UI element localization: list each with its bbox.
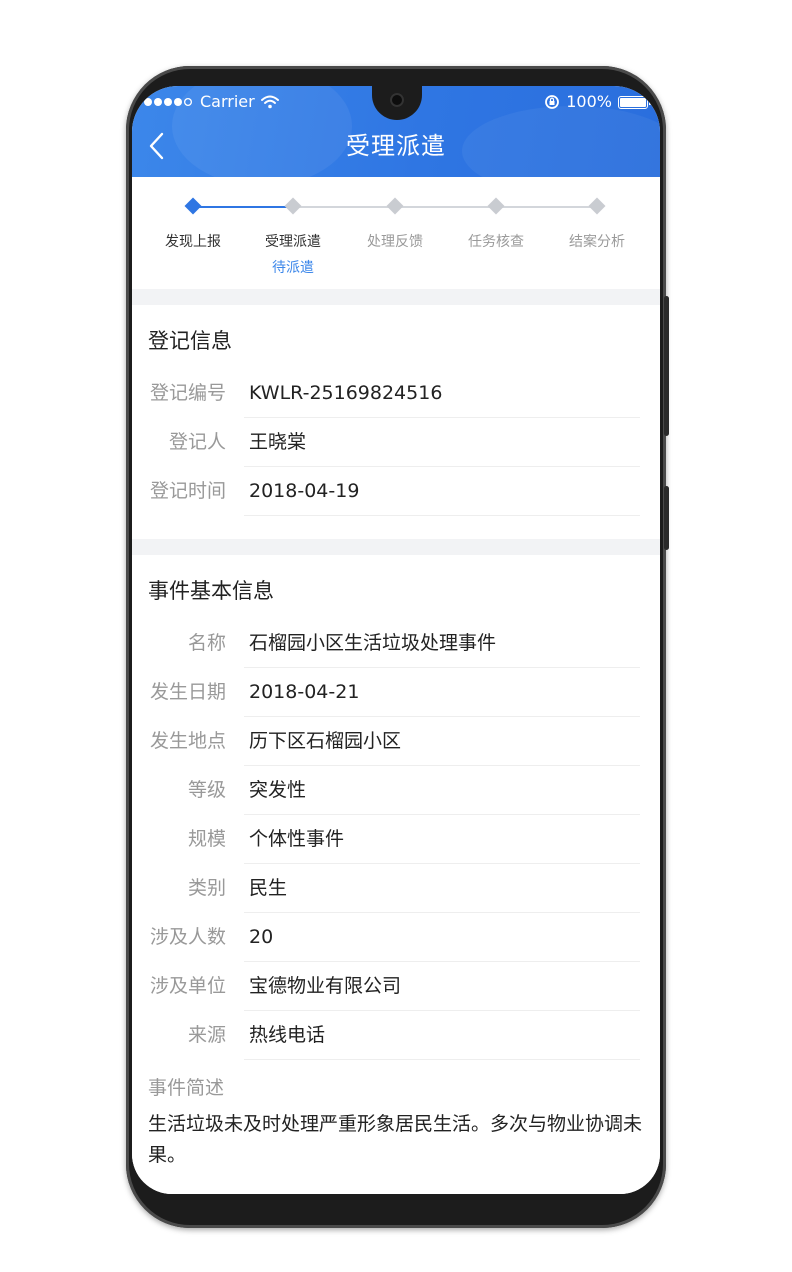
registration-section: 登记信息 登记编号 KWLR-25169824516 登记人 王晓棠 登记时间 … [132, 305, 660, 539]
field-value: 突发性 [249, 779, 307, 801]
orientation-lock-icon [545, 95, 560, 109]
wifi-icon [260, 95, 279, 109]
field-row: 名称 石榴园小区生活垃圾处理事件 [132, 619, 660, 668]
step-marker [284, 197, 302, 215]
field-row: 登记编号 KWLR-25169824516 [132, 369, 660, 418]
field-label: 涉及人数 [149, 926, 226, 948]
field-label: 登记编号 [149, 382, 226, 404]
field-label: 名称 [187, 632, 226, 654]
page-title: 受理派遣 [346, 132, 446, 160]
volume-button [664, 486, 669, 550]
field-value: 历下区石榴园小区 [249, 730, 402, 752]
step-label-report: 发现上报 [165, 234, 221, 250]
progress-stepper: 发现上报 受理派遣 处理反馈 任务核查 结案分析 待派遣 [132, 177, 660, 289]
field-row: 类别 民生 [132, 864, 660, 913]
description-text: 生活垃圾未及时处理严重形象居民生活。多次与物业协调未果。 [148, 1113, 643, 1166]
event-section: 事件基本信息 名称 石榴园小区生活垃圾处理事件 发生日期 2018-04-21 … [132, 555, 660, 1194]
field-label: 登记时间 [149, 480, 226, 502]
signal-dot [174, 98, 182, 106]
signal-dot [164, 98, 172, 106]
camera-notch [372, 86, 422, 120]
signal-dot [184, 98, 192, 106]
nav-header: Carrier 100% 受理派遣 [132, 86, 660, 177]
field-value: 2018-04-21 [249, 681, 360, 703]
battery-percent: 100% [566, 92, 612, 111]
field-label: 发生日期 [149, 681, 226, 703]
field-row: 涉及单位 宝德物业有限公司 [132, 962, 660, 1011]
field-value: 个体性事件 [249, 828, 345, 850]
step-connector [293, 206, 597, 208]
field-label: 规模 [187, 828, 226, 850]
carrier-label: Carrier [200, 92, 255, 111]
section-divider [132, 289, 660, 305]
field-row: 登记人 王晓棠 [132, 418, 660, 467]
step-marker [386, 197, 404, 215]
field-label: 发生地点 [149, 730, 226, 752]
field-value: 民生 [249, 877, 288, 899]
step-label-verify: 任务核查 [468, 234, 524, 250]
field-value: 王晓棠 [249, 431, 307, 453]
field-row: 登记时间 2018-04-19 [132, 467, 660, 516]
app-screen: Carrier 100% 受理派遣 发现上报 受理派遣 处理反馈 任务核查 结案… [132, 86, 660, 1194]
step-marker [184, 197, 202, 215]
field-row: 规模 个体性事件 [132, 815, 660, 864]
row-divider [244, 1059, 640, 1060]
power-button [664, 296, 669, 436]
step-marker [487, 197, 505, 215]
field-row: 发生地点 历下区石榴园小区 [132, 717, 660, 766]
step-label-dispatch: 受理派遣 [265, 234, 321, 250]
field-row: 等级 突发性 [132, 766, 660, 815]
row-divider [244, 515, 640, 516]
field-value: 石榴园小区生活垃圾处理事件 [249, 632, 497, 654]
signal-dot [144, 98, 152, 106]
step-connector [193, 206, 293, 208]
field-value: 2018-04-19 [249, 480, 360, 502]
step-marker [588, 197, 606, 215]
field-value: 热线电话 [249, 1024, 326, 1046]
field-value: 20 [249, 926, 274, 948]
section-divider [132, 539, 660, 555]
field-label: 登记人 [168, 431, 226, 453]
field-label: 等级 [187, 779, 226, 801]
field-value: 宝德物业有限公司 [249, 975, 402, 997]
description-label: 事件简述 [148, 1077, 225, 1099]
signal-dot [154, 98, 162, 106]
step-label-feedback: 处理反馈 [367, 234, 423, 250]
field-row: 发生日期 2018-04-21 [132, 668, 660, 717]
field-row: 涉及人数 20 [132, 913, 660, 962]
field-label: 涉及单位 [149, 975, 226, 997]
status-bar-right: 100% [544, 92, 651, 112]
status-bar-left: Carrier [144, 92, 279, 112]
camera-icon [390, 93, 404, 107]
field-row: 来源 热线电话 [132, 1011, 660, 1060]
step-status-badge: 待派遣 [272, 260, 314, 276]
field-label: 类别 [187, 877, 226, 899]
section-title: 登记信息 [148, 329, 232, 353]
field-label: 来源 [187, 1024, 226, 1046]
section-title: 事件基本信息 [148, 579, 274, 603]
battery-icon [618, 95, 651, 109]
field-value: KWLR-25169824516 [249, 382, 443, 404]
step-label-closure: 结案分析 [569, 234, 625, 250]
